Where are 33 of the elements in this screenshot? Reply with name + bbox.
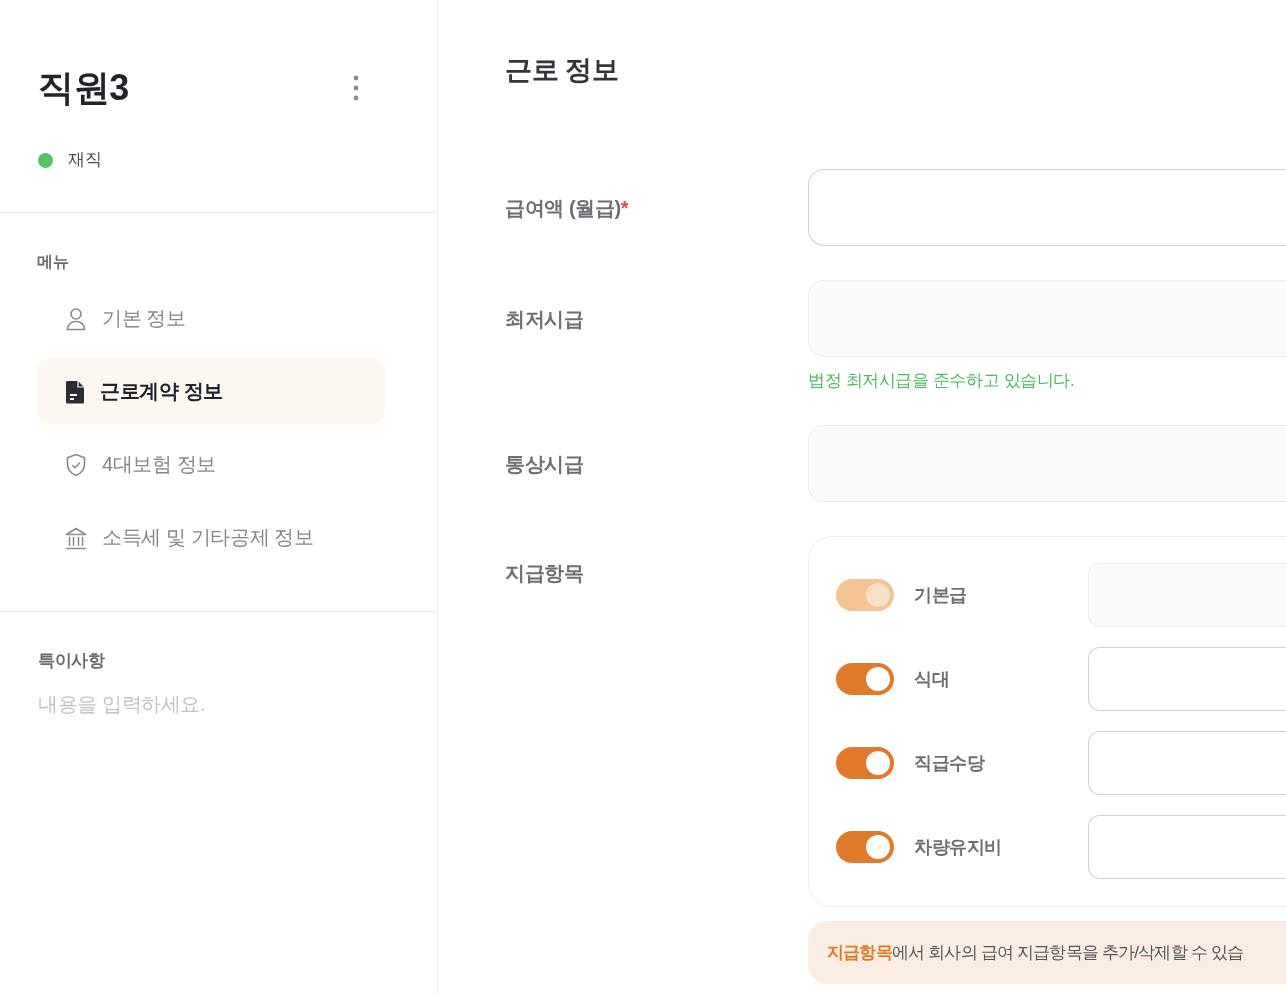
sidebar-item[interactable]: 소득세 및 기타공제 정보: [37, 505, 385, 570]
toggle-switch[interactable]: [836, 663, 894, 695]
pay-item-label: 기본급: [914, 584, 968, 607]
field-label: 급여액 (월급)*: [505, 195, 629, 221]
input-field[interactable]: [808, 169, 1286, 246]
sidebar-item[interactable]: 4대보험 정보: [37, 432, 385, 497]
status-dot-icon: [38, 152, 53, 168]
pay-item-label: 차량유지비: [914, 836, 1003, 859]
shield-check-icon: [65, 452, 87, 477]
sidebar-item[interactable]: 기본 정보: [37, 286, 385, 351]
sidebar-item[interactable]: 근로계약 정보: [37, 359, 385, 424]
pay-item-label: 식대: [914, 668, 951, 691]
amount-field[interactable]: [1088, 815, 1286, 879]
notes-label: 특이사항: [38, 650, 105, 672]
info-notice: 지급항목에서 회사의 급여 지급항목을 추가/삭제할 수 있습: [808, 921, 1286, 984]
field-label: 통상시급: [505, 451, 584, 477]
field-label: 지급항목: [505, 562, 584, 584]
document-icon: [65, 379, 85, 404]
amount-field[interactable]: [1088, 647, 1286, 711]
field-label: 최저시급: [505, 306, 584, 332]
bank-icon: [65, 525, 87, 550]
amount-field[interactable]: [1088, 731, 1286, 795]
employment-status: 재직: [68, 149, 102, 171]
more-options-icon[interactable]: [353, 75, 359, 101]
employee-name: 직원3: [38, 66, 129, 110]
notes-field[interactable]: 내용을 입력하세요.: [38, 690, 399, 800]
toggle-switch[interactable]: [836, 747, 894, 779]
helper-text: 법정 최저시급을 준수하고 있습니다.: [808, 371, 1075, 391]
person-icon: [65, 306, 87, 331]
pay-item-label: 직급수당: [914, 752, 986, 775]
menu-heading: 메뉴: [37, 252, 69, 272]
section-title: 근로 정보: [505, 54, 619, 87]
toggle-switch[interactable]: [836, 831, 894, 863]
